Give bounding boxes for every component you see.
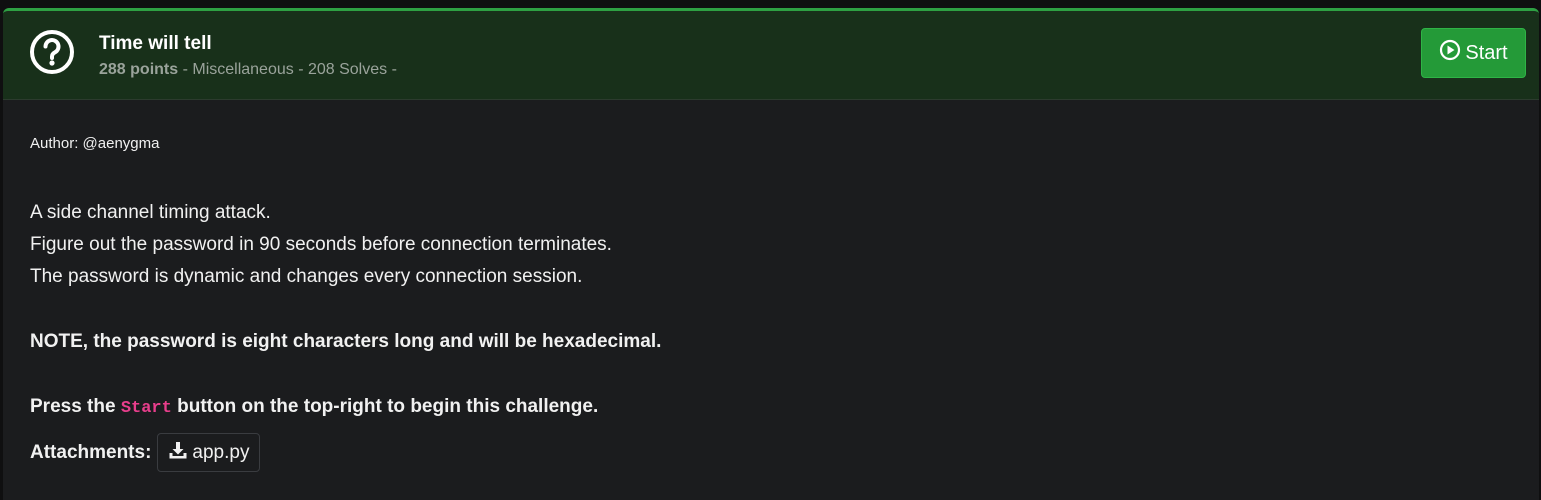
play-circle-icon <box>1439 39 1461 67</box>
challenge-category-solves: - Miscellaneous - 208 Solves - <box>178 61 397 78</box>
description-line: The password is dynamic and changes ever… <box>30 266 583 287</box>
note-text: NOTE, the password is eight characters l… <box>30 331 662 352</box>
press-before: Press the <box>30 396 121 417</box>
challenge-meta: 288 points - Miscellaneous - 208 Solves … <box>99 61 397 79</box>
challenge-points: 288 points <box>99 61 179 78</box>
attachment-filename: app.py <box>192 441 250 463</box>
challenge-card: Time will tell 288 points - Miscellaneou… <box>3 8 1539 500</box>
start-code: Start <box>120 399 172 418</box>
author-line: Author: @aenygma <box>30 135 160 152</box>
download-icon <box>168 440 188 466</box>
description-lines: A side channel timing attack. Figure out… <box>30 197 661 293</box>
challenge-header: Time will tell 288 points - Miscellaneou… <box>3 11 1539 100</box>
attachments-label: Attachments: <box>30 441 152 463</box>
challenge-description: Author: @aenygma A side channel timing a… <box>30 135 661 472</box>
question-circle-icon <box>29 29 75 75</box>
attachments: Attachments: app.py <box>30 433 661 472</box>
start-button[interactable]: Start <box>1421 28 1526 78</box>
description-line: Figure out the password in 90 seconds be… <box>30 234 612 255</box>
start-button-label: Start <box>1465 41 1508 64</box>
description-line: A side channel timing attack. <box>30 202 271 223</box>
press-after: button on the top-right to begin this ch… <box>171 396 599 417</box>
attachment-app-py[interactable]: app.py <box>157 433 261 472</box>
challenge-title: Time will tell <box>99 33 212 54</box>
press-instruction: Press the Start button on the top-right … <box>30 391 661 425</box>
